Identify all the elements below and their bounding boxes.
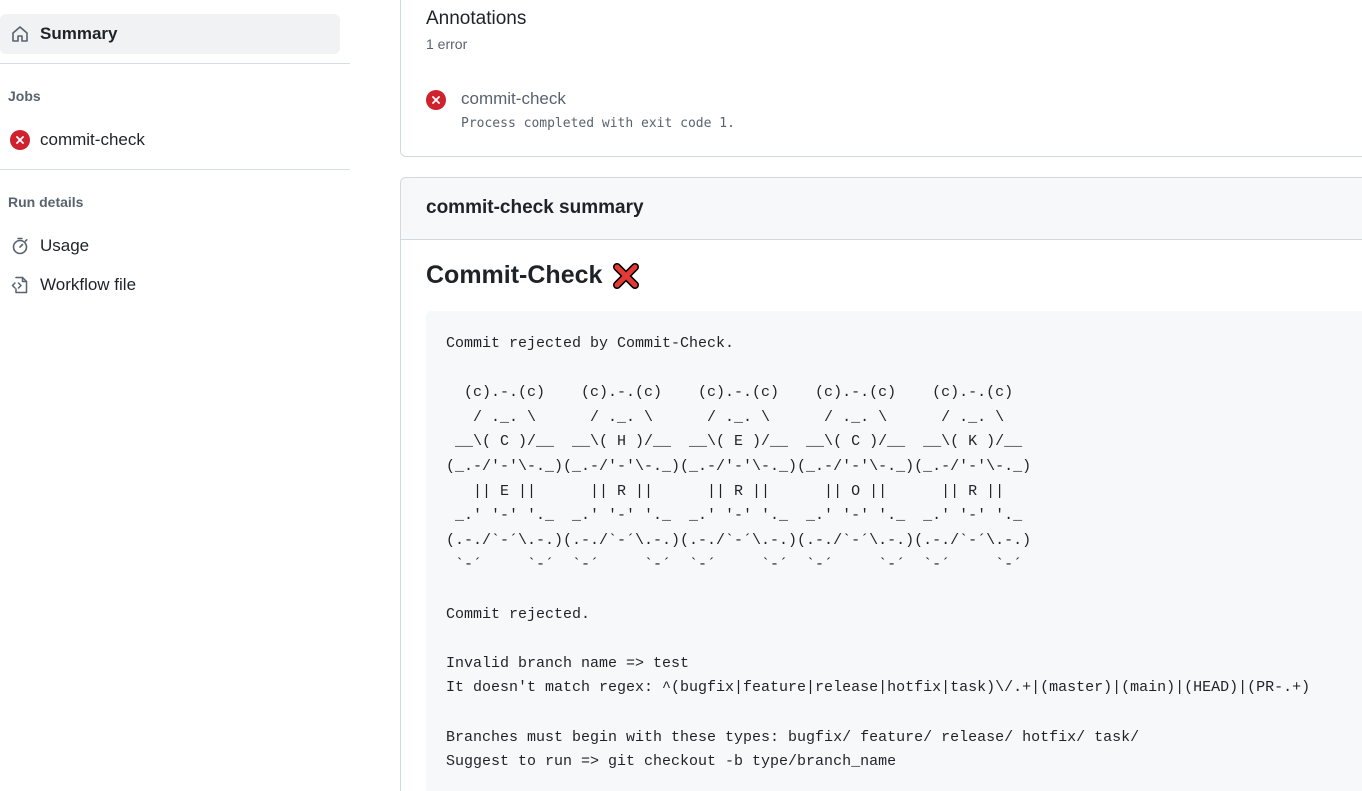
code-line: `-´ `-´ `-´ `-´ `-´ `-´ `-´ `-´ `-´ `-´ — [446, 556, 1023, 574]
divider — [0, 63, 350, 64]
code-line: (.-./`-´\.-.)(.-./`-´\.-.)(.-./`-´\.-.)(… — [446, 531, 1032, 549]
annotations-title: Annotations — [426, 8, 527, 29]
run-details-section-title: Run details — [8, 194, 84, 210]
code-line: || E || || R || || R || || O || || R || — [446, 482, 1005, 500]
sidebar-item-summary[interactable]: Summary — [0, 14, 340, 54]
summary-heading: Commit-Check — [426, 261, 640, 290]
home-icon — [10, 24, 30, 44]
code-line: __\( C )/__ __\( H )/__ __\( E )/__ __\(… — [446, 433, 1023, 451]
sidebar: Summary Jobs commit-check Run details Us… — [0, 0, 350, 791]
divider — [0, 169, 350, 170]
annotations-card — [400, 0, 1362, 157]
code-line: It doesn't match regex: ^(bugfix|feature… — [446, 679, 1311, 697]
annotation-job-link[interactable]: commit-check — [461, 89, 566, 109]
annotation-message: Process completed with exit code 1. — [461, 116, 735, 131]
job-summary-title: commit-check summary — [426, 197, 644, 218]
jobs-section-title: Jobs — [8, 88, 41, 104]
file-code-icon — [10, 275, 30, 295]
code-line: Suggest to run => git checkout -b type/b… — [446, 753, 897, 771]
error-icon — [10, 130, 30, 150]
code-line: Invalid branch name => test — [446, 654, 690, 672]
sidebar-item-workflow-file[interactable]: Workflow file — [0, 267, 340, 303]
sidebar-item-label: commit-check — [40, 130, 145, 149]
sidebar-item-label: Usage — [40, 236, 90, 255]
sidebar-item-label: Summary — [40, 24, 118, 43]
annotations-count: 1 error — [426, 36, 468, 52]
code-line: Commit rejected. — [446, 605, 591, 623]
code-line: (_.-/'-'\-._)(_.-/'-'\-._)(_.-/'-'\-._)(… — [446, 457, 1032, 475]
summary-heading-text: Commit-Check — [426, 261, 603, 289]
sidebar-item-label: Workflow file — [40, 275, 137, 294]
code-line: / ._. \ / ._. \ / ._. \ / ._. \ / ._. \ — [446, 408, 1005, 426]
sidebar-item-usage[interactable]: Usage — [0, 228, 340, 264]
code-line: Branches must begin with these types: bu… — [446, 728, 1140, 746]
sidebar-item-commit-check[interactable]: commit-check — [0, 122, 340, 158]
code-line: _.' '-' '._ _.' '-' '._ _.' '-' '._ _.' … — [446, 507, 1023, 525]
error-icon — [426, 90, 446, 110]
x-mark-icon — [612, 262, 640, 290]
code-line: Commit rejected by Commit-Check. — [446, 335, 735, 352]
code-line: (c).-.(c) (c).-.(c) (c).-.(c) (c).-.(c) … — [446, 384, 1014, 402]
stopwatch-icon — [10, 236, 30, 256]
code-block-text: Commit rejected by Commit-Check. (c).-.(… — [446, 332, 1310, 775]
